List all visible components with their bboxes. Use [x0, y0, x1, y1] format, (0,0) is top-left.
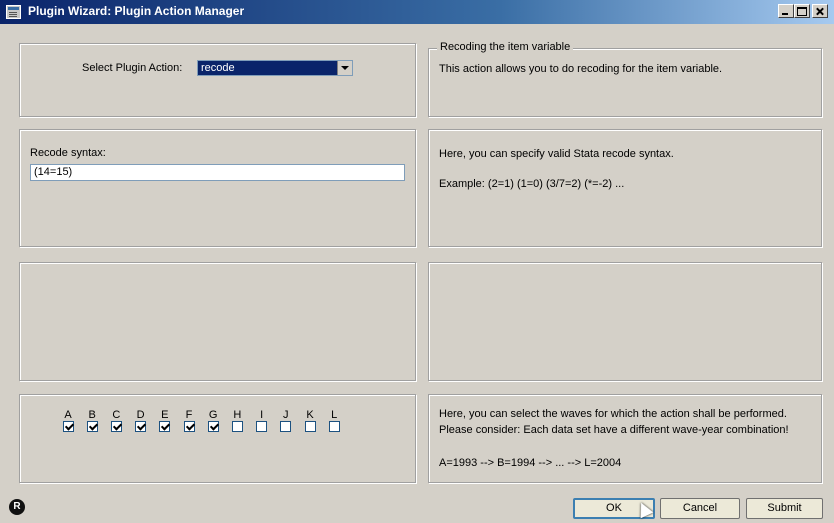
wave-a: A [61, 409, 75, 432]
wave-k: K [303, 409, 317, 432]
wave-letter: A [64, 409, 72, 421]
wave-checkbox[interactable] [328, 421, 340, 432]
wave-checkbox[interactable] [256, 421, 268, 432]
chevron-down-icon[interactable] [337, 61, 352, 75]
wave-f: F [182, 409, 196, 432]
recode-syntax-label: Recode syntax: [30, 147, 106, 159]
info-panel-legend: Recoding the item variable [437, 41, 574, 53]
waves-panel [19, 394, 416, 483]
window-title: Plugin Wizard: Plugin Action Manager [28, 4, 245, 18]
submit-button[interactable]: Submit [746, 498, 823, 519]
app-icon [6, 5, 21, 19]
cancel-button[interactable]: Cancel [660, 498, 740, 519]
wave-letter: B [88, 409, 96, 421]
info-panel-recoding: Recoding the item variable [428, 41, 822, 117]
info-waves-line2: Please consider: Each data set have a di… [439, 424, 789, 436]
selected-action-value: recode [201, 62, 235, 74]
wave-b: B [85, 409, 99, 432]
wave-checkbox[interactable] [231, 421, 243, 432]
wave-letter: H [233, 409, 242, 421]
wave-letter: D [136, 409, 145, 421]
wave-c: C [109, 409, 123, 432]
info-waves-line3: A=1993 --> B=1994 --> ... --> L=2004 [439, 457, 622, 469]
wave-letter: L [331, 409, 338, 421]
empty-panel-right [428, 262, 822, 381]
info-syntax-line1: Here, you can specify valid Stata recode… [439, 148, 674, 160]
wave-letter: G [208, 409, 218, 421]
wave-checkbox[interactable] [159, 421, 171, 432]
wave-checkbox[interactable] [62, 421, 74, 432]
info-waves-line1: Here, you can select the waves for which… [439, 408, 787, 420]
action-panel [19, 43, 416, 117]
title-bar: Plugin Wizard: Plugin Action Manager [0, 0, 834, 24]
wave-checkbox[interactable] [86, 421, 98, 432]
wave-letter: C [112, 409, 121, 421]
wave-g: G [206, 409, 220, 432]
recode-syntax-input[interactable]: (14=15) [30, 164, 405, 181]
wave-letter: K [306, 409, 314, 421]
r-logo-icon: R [9, 499, 25, 515]
select-plugin-action-label: Select Plugin Action: [82, 62, 183, 74]
wave-checkbox[interactable] [280, 421, 292, 432]
wave-checkbox[interactable] [207, 421, 219, 432]
window-controls [778, 4, 828, 18]
empty-panel-left [19, 262, 416, 381]
wave-d: D [134, 409, 148, 432]
close-button[interactable] [812, 4, 828, 18]
wave-i: I [255, 409, 269, 432]
wave-checkbox[interactable] [183, 421, 195, 432]
wave-checkbox[interactable] [304, 421, 316, 432]
wave-letter: J [283, 409, 289, 421]
info-recoding-text: This action allows you to do recoding fo… [439, 63, 723, 75]
wave-j: J [279, 409, 293, 432]
wave-h: H [230, 409, 244, 432]
wave-letter: I [260, 409, 264, 421]
wave-letter: F [185, 409, 193, 421]
wave-checkbox[interactable] [110, 421, 122, 432]
wave-e: E [158, 409, 172, 432]
minimize-button[interactable] [778, 4, 794, 18]
maximize-button[interactable] [794, 4, 810, 18]
wave-checkbox[interactable] [135, 421, 147, 432]
info-syntax-line2: Example: (2=1) (1=0) (3/7=2) (*=-2) ... [439, 178, 625, 190]
plugin-action-select[interactable]: recode [197, 60, 353, 76]
wave-letter: E [161, 409, 169, 421]
wave-l: L [327, 409, 341, 432]
